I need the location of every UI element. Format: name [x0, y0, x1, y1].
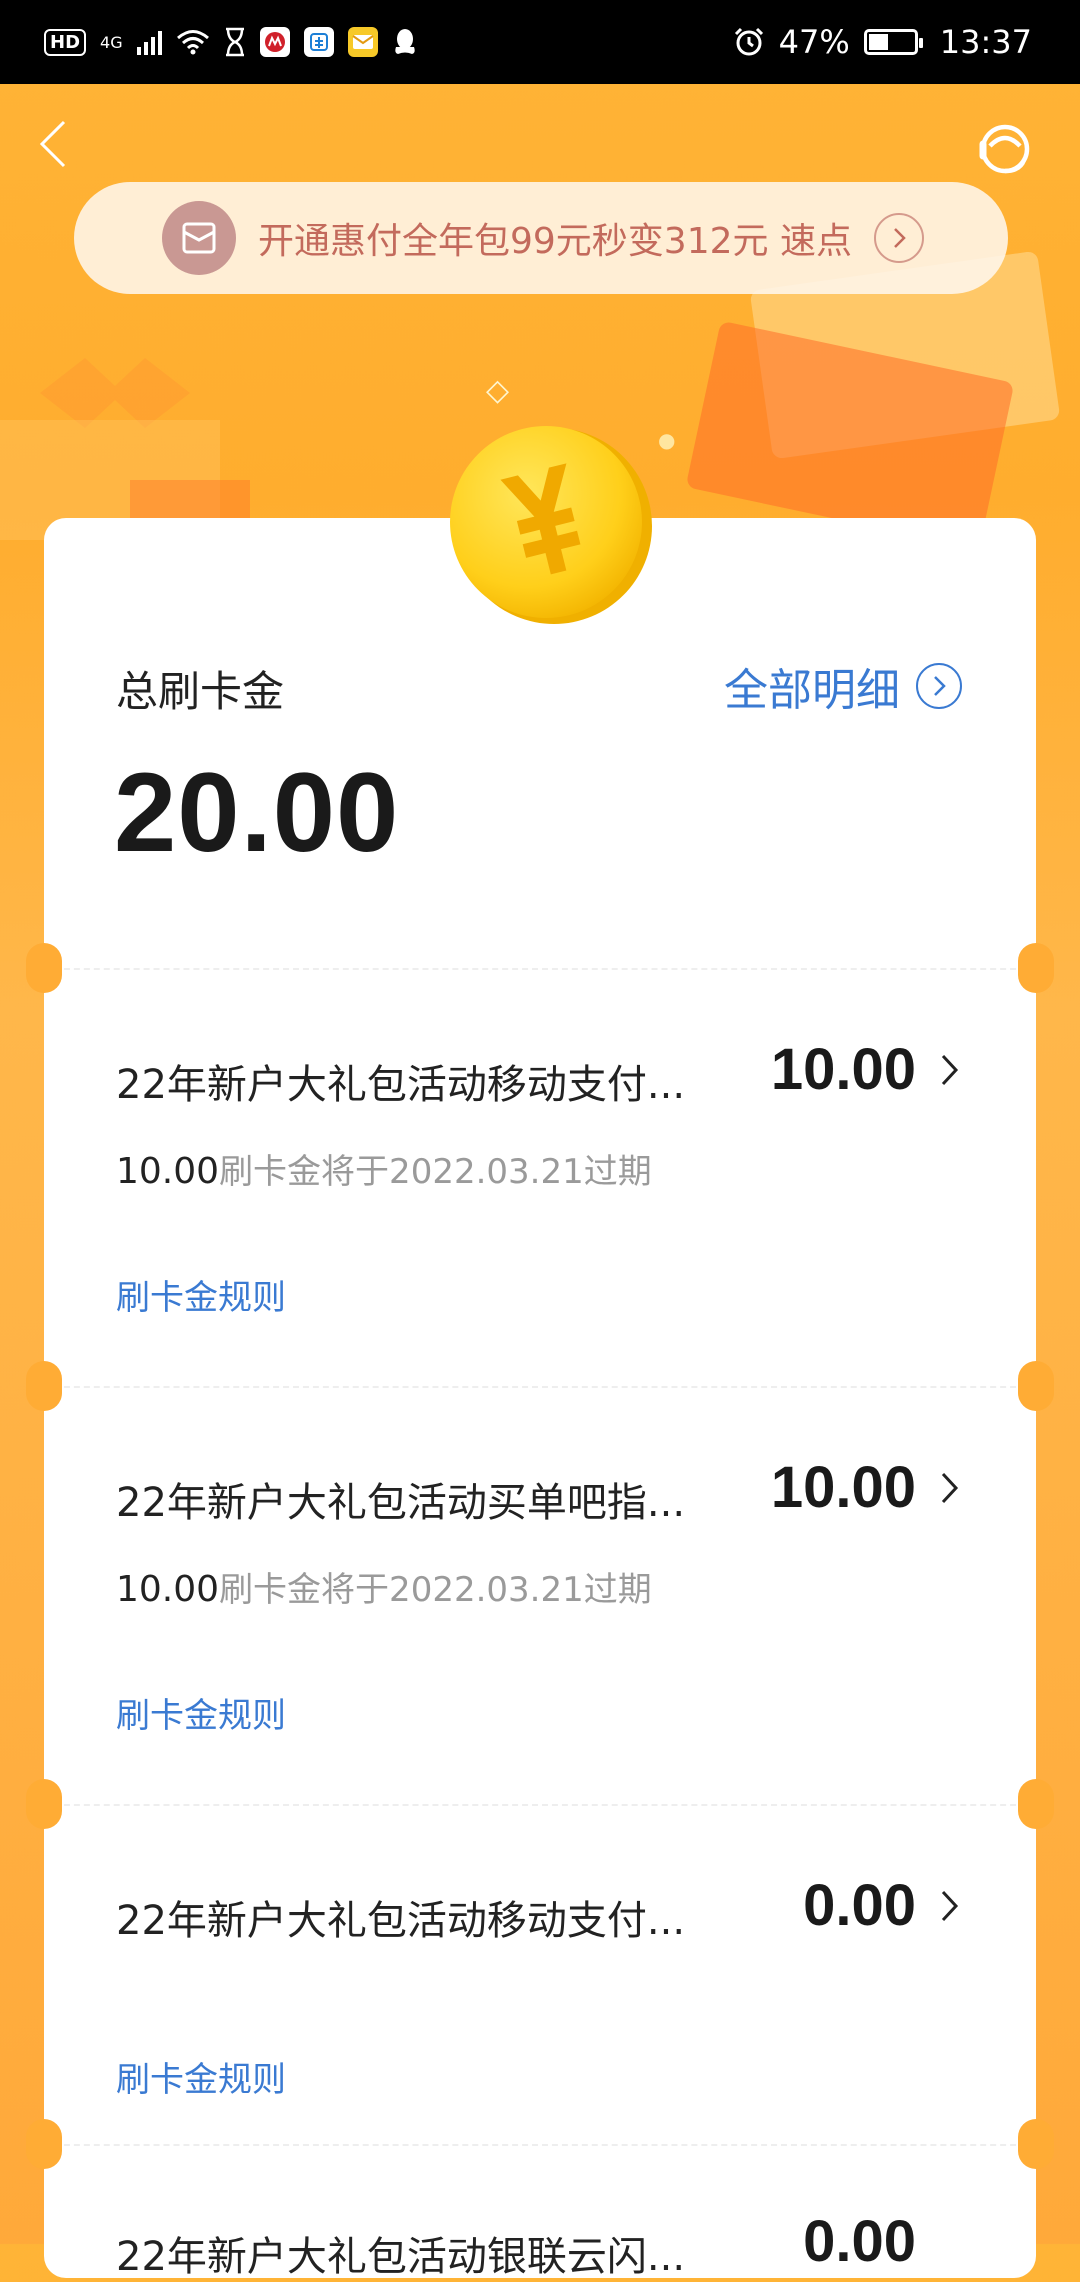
sparkle-dot-icon: ●: [658, 428, 676, 452]
ticket-notch: [26, 1779, 62, 1829]
hourglass-icon: [225, 27, 244, 57]
maidanba-app-icon: [303, 27, 334, 57]
status-bar: HD 4G 47% 13:37: [0, 0, 1080, 84]
expiry-text: 刷卡金将于2022.03.21过期: [219, 1570, 652, 1610]
back-button[interactable]: [38, 118, 78, 174]
rules-link[interactable]: 刷卡金规则: [116, 2052, 286, 2101]
status-left: HD 4G: [44, 27, 418, 57]
ticket-notch: [1018, 2119, 1054, 2169]
bank-app-icon: [259, 27, 290, 57]
gift-card-icon: [162, 201, 236, 275]
expiry-amount: 10.00: [116, 1569, 220, 1610]
entry-amount: 0.00: [803, 2209, 916, 2274]
promo-text: 开通惠付全年包99元秒变312元 速点: [258, 221, 852, 262]
all-details-link[interactable]: 全部明细: [724, 654, 962, 718]
battery-icon: [863, 29, 923, 55]
wifi-icon: [176, 30, 209, 55]
expiry-amount: 10.00: [116, 1151, 220, 1192]
total-label: 总刷卡金: [116, 667, 285, 716]
entry-expiry: 10.00刷卡金将于2022.03.21过期: [116, 1144, 652, 1193]
divider: [44, 2144, 1036, 2146]
promo-banner[interactable]: 开通惠付全年包99元秒变312元 速点: [74, 182, 1008, 294]
coin-icon: [450, 426, 652, 624]
sparkle-diamond-icon: ◇: [486, 373, 510, 408]
alarm-icon: [734, 27, 763, 56]
chevron-right-icon: [941, 1890, 959, 1922]
rules-link[interactable]: 刷卡金规则: [116, 1270, 286, 1319]
ticket-notch: [26, 2119, 62, 2169]
status-right: 47% 13:37: [733, 23, 1032, 61]
entry-amount: 10.00: [770, 1037, 916, 1102]
expiry-text: 刷卡金将于2022.03.21过期: [219, 1152, 652, 1192]
hd-badge: HD: [44, 28, 87, 56]
mail-app-icon: [347, 27, 378, 57]
ticket-notch: [26, 1361, 62, 1411]
signal-icon: [136, 29, 162, 55]
entry-title: 22年新户大礼包活动移动支付...: [116, 1898, 686, 1944]
customer-service-button[interactable]: [974, 118, 1036, 180]
headset-icon: [979, 124, 1030, 174]
chevron-right-icon: [916, 663, 962, 709]
divider: [44, 1386, 1036, 1388]
entry-title: 22年新户大礼包活动买单吧指...: [116, 1480, 686, 1526]
divider: [44, 1804, 1036, 1806]
rules-link[interactable]: 刷卡金规则: [116, 1688, 286, 1737]
total-amount: 20.00: [114, 750, 400, 875]
entry-amount: 10.00: [770, 1455, 916, 1520]
ticket-notch: [1018, 1361, 1054, 1411]
ticket-notch: [26, 943, 62, 993]
ticket-notch: [1018, 943, 1054, 993]
chevron-left-icon: [39, 120, 66, 168]
chevron-right-icon: [941, 1054, 959, 1086]
clock: 13:37: [939, 23, 1032, 61]
battery-percent: 47%: [778, 23, 850, 61]
entry-expiry: 10.00刷卡金将于2022.03.21过期: [116, 1562, 652, 1611]
all-details-label: 全部明细: [724, 665, 900, 716]
entry-amount: 0.00: [803, 1873, 916, 1938]
qq-icon: [394, 29, 415, 54]
decorative-gift-bow: [40, 358, 190, 428]
divider: [44, 968, 1036, 970]
chevron-right-icon: [941, 1472, 959, 1504]
ticket-notch: [1018, 1779, 1054, 1829]
chevron-right-icon: [873, 213, 924, 263]
network-label: 4G: [100, 32, 123, 52]
balance-card: 总刷卡金 全部明细 20.00: [44, 518, 1036, 2278]
entry-title: 22年新户大礼包活动银联云闪...: [116, 2234, 686, 2280]
decorative-card-dark: [685, 320, 1015, 550]
entry-title: 22年新户大礼包活动移动支付...: [116, 1062, 686, 1108]
